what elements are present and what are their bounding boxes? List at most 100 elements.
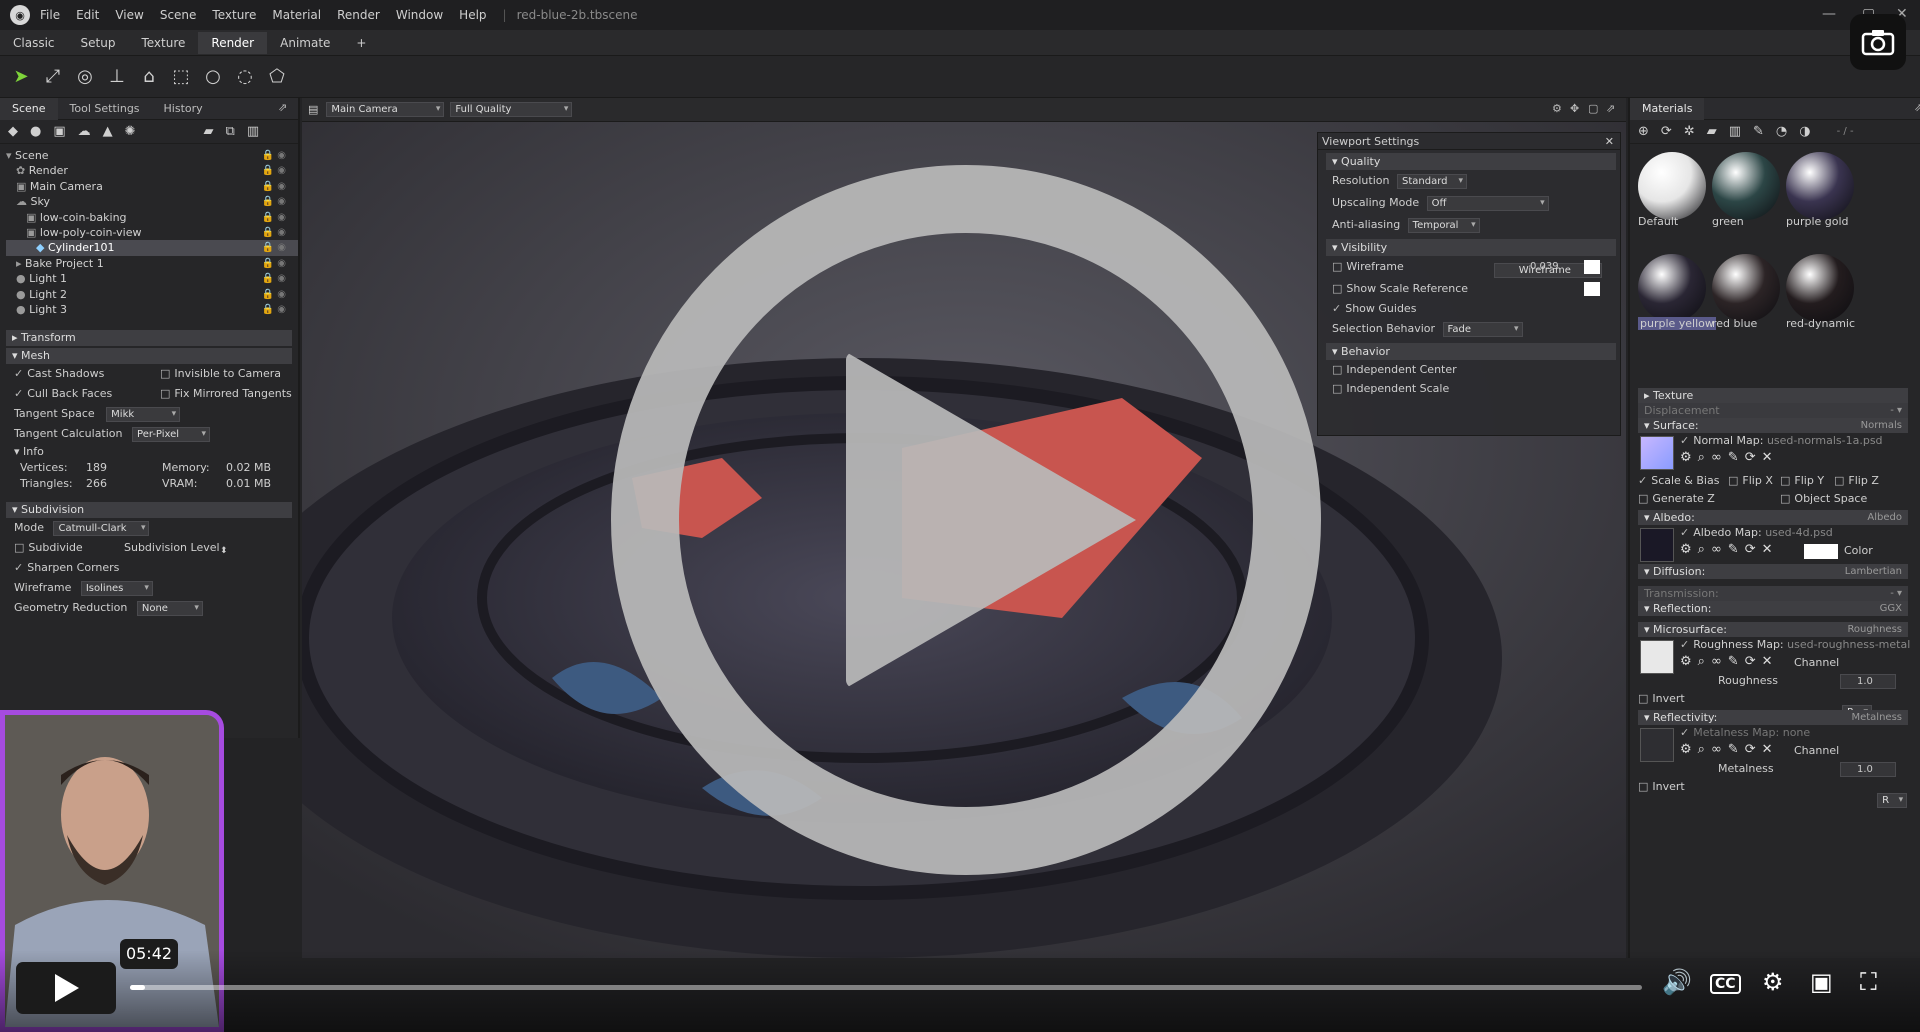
subdivision-section[interactable]: ▾ Subdivision [6,502,292,518]
ind-scale-row[interactable]: □ Independent Scale [1318,379,1620,398]
panel-tab-history[interactable]: History [152,102,215,115]
add-material-icon[interactable]: ✺ [125,124,136,139]
tab-render[interactable]: Render [198,31,268,54]
roughness-map-file[interactable]: used-roughness-metal [1787,638,1910,651]
tab-setup[interactable]: Setup [68,32,129,54]
wireframe-value[interactable]: 0.039 [1530,256,1559,278]
wireframe-dropdown[interactable]: Isolines [80,580,153,596]
menu-item-edit[interactable]: Edit [76,8,99,22]
scale-ref-row[interactable]: □ Show Scale Reference [1318,278,1620,300]
scale-gizmo-icon[interactable]: ⊥ [104,64,130,90]
tab-animate[interactable]: Animate [267,32,343,54]
scale-ref-color-swatch[interactable] [1584,282,1600,296]
clear-icon[interactable]: ✕ [1762,742,1779,757]
clear-icon[interactable]: ✕ [1762,542,1779,557]
folder-icon[interactable]: ▰ [204,124,214,139]
albedo-value[interactable]: Albedo [1867,510,1902,525]
viewport-settings-close-icon[interactable]: ✕ [1605,133,1614,150]
video-progress-bar[interactable] [130,985,1642,990]
refresh-icon[interactable]: ⟳ [1745,542,1762,557]
search-icon[interactable]: ⌕ [1698,654,1711,669]
albedo-section[interactable]: ▾ Albedo: Albedo [1638,510,1908,525]
metalness-map-file[interactable]: none [1783,726,1810,739]
tree-item[interactable]: ▸ Bake Project 1 🔒 ◉ [6,256,298,271]
lock-visibility-icon[interactable]: 🔒 ◉ [262,210,286,225]
add-camera-icon[interactable]: ▣ [53,124,65,139]
pencil-icon[interactable]: ✎ [1728,654,1745,669]
big-play-icon[interactable] [846,352,1136,688]
material-swatch[interactable]: Default [1636,148,1708,238]
gear-icon[interactable]: ⚙ [1680,542,1698,557]
wireframe-color-swatch[interactable] [1584,260,1600,274]
material-pick-icon[interactable]: ✎ [1753,124,1764,139]
lasso-select-icon[interactable]: ◌ [232,64,258,90]
transmission-dropdown-icon[interactable]: - ▾ [1890,586,1902,601]
search-icon[interactable]: ⌕ [1698,542,1711,557]
mesh-section[interactable]: ▾ Mesh [6,348,292,364]
tree-item[interactable]: ▣ low-coin-baking 🔒 ◉ [6,210,298,225]
tree-item[interactable]: ✿ Render 🔒 ◉ [6,163,298,178]
refresh-icon[interactable]: ⟳ [1745,450,1762,465]
reflection-section[interactable]: ▾ Reflection: GGX [1638,601,1908,616]
tree-item[interactable]: ▣ Main Camera 🔒 ◉ [6,179,298,194]
viewport-menu-icon[interactable]: ▤ [308,103,318,116]
mesh-tool-icon[interactable]: ⌂ [136,64,162,90]
lock-visibility-icon[interactable]: 🔒 ◉ [262,163,286,178]
material-folder-icon[interactable]: ▰ [1707,124,1717,139]
menu-item-scene[interactable]: Scene [160,8,197,22]
metalness-slider[interactable]: 1.0 [1840,762,1896,777]
visibility-group[interactable]: ▾ Visibility [1326,239,1616,256]
roughness-map-thumb[interactable] [1640,640,1674,674]
material-swatch[interactable]: green [1710,148,1782,238]
flip-x-row[interactable]: □ Flip X [1728,474,1773,487]
material-star-icon[interactable]: ✲ [1684,124,1695,139]
cast-shadows-row[interactable]: ✓ Cast Shadows □ Invisible to Camera [0,364,298,384]
add-sky-icon[interactable]: ☁ [78,124,91,139]
delete-icon[interactable]: ▥ [247,124,259,139]
material-swatch[interactable]: red blue [1710,250,1782,340]
albedo-map-thumb[interactable] [1640,528,1674,562]
viewport-move-icon[interactable]: ✥ [1570,102,1579,115]
viewport-popout-icon[interactable]: ⇗ [1606,102,1615,115]
diffusion-value[interactable]: Lambertian [1845,564,1902,579]
minimize-icon[interactable]: — [1822,6,1836,22]
lock-visibility-icon[interactable]: 🔒 ◉ [262,287,286,302]
lock-visibility-icon[interactable]: 🔒 ◉ [262,194,286,209]
rect-select-icon[interactable]: ⬚ [168,64,194,90]
albedo-map-file[interactable]: used-4d.psd [1765,526,1833,539]
material-trash-icon[interactable]: ▥ [1729,124,1741,139]
rotate-sphere-icon[interactable]: ◎ [72,64,98,90]
picture-in-picture-icon[interactable]: ▣ [1810,968,1833,996]
menu-item-file[interactable]: File [40,8,60,22]
move-gizmo-icon[interactable]: ⤢ [40,64,66,90]
behavior-group[interactable]: ▾ Behavior [1326,343,1616,360]
tree-item[interactable]: ▾ Scene 🔒 ◉ [6,148,298,163]
tree-item[interactable]: ☁ Sky 🔒 ◉ [6,194,298,209]
upscaling-dropdown[interactable]: Off [1426,195,1549,211]
reflectivity-value[interactable]: Metalness [1851,710,1902,725]
pencil-icon[interactable]: ✎ [1728,542,1745,557]
camera-dropdown[interactable]: Main Camera [326,102,445,117]
tree-item[interactable]: ● Light 1 🔒 ◉ [6,271,298,286]
settings-gear-icon[interactable]: ⚙ [1762,968,1784,996]
panel-popout-icon[interactable]: ⇗ [278,101,287,114]
link-icon[interactable]: ∞ [1711,542,1728,557]
normal-map-thumb[interactable] [1640,436,1674,470]
lock-visibility-icon[interactable]: 🔒 ◉ [262,225,286,240]
reflectivity-section[interactable]: ▾ Reflectivity: Metalness [1638,710,1908,725]
displacement-dropdown-icon[interactable]: - ▾ [1890,403,1902,418]
duplicate-icon[interactable]: ⧉ [226,124,235,139]
volume-icon[interactable]: 🔊 [1662,968,1692,996]
quality-group[interactable]: ▾ Quality [1326,153,1616,170]
invisible-to-camera-checkbox[interactable]: □ Invisible to Camera [160,364,281,384]
tree-item[interactable]: ● Light 2 🔒 ◉ [6,287,298,302]
gear-icon[interactable]: ⚙ [1680,742,1698,757]
search-icon[interactable]: ⌕ [1698,450,1711,465]
menu-item-window[interactable]: Window [396,8,443,22]
menu-item-render[interactable]: Render [337,8,380,22]
roughness-invert-row[interactable]: □ Invert [1638,692,1685,705]
object-space-row[interactable]: □ Object Space [1780,492,1867,505]
tab-classic[interactable]: Classic [0,32,68,54]
add-light-icon[interactable]: ● [30,124,41,139]
material-swatch[interactable]: purple gold [1784,148,1856,238]
